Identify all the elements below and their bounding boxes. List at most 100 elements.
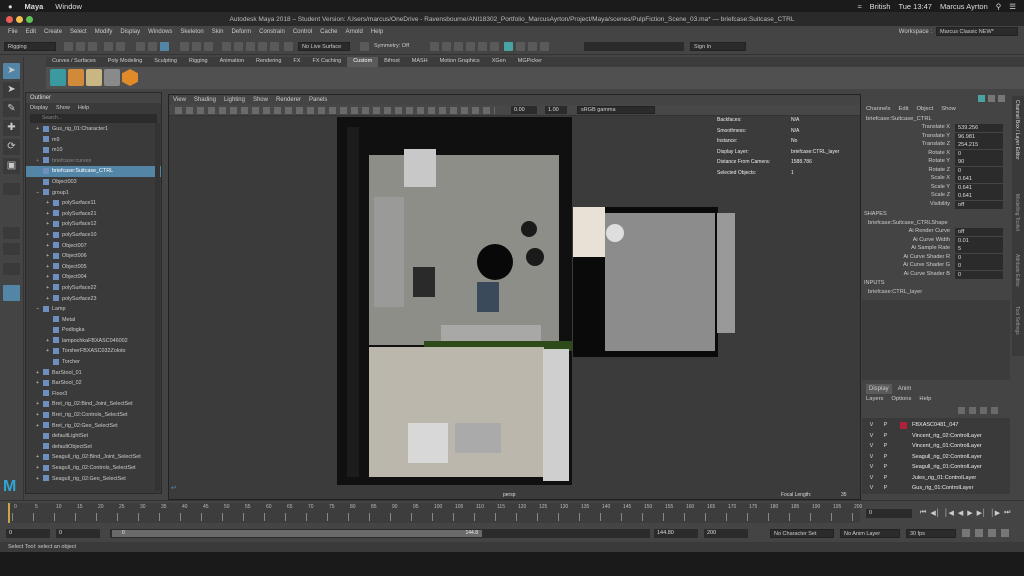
layer-color-swatch[interactable] [900, 422, 907, 429]
outliner-item[interactable]: + polySurface12 [26, 219, 161, 230]
side-tab-channel-box[interactable]: Channel Box / Layer Editor [1014, 100, 1020, 160]
channel-attribute-row[interactable]: Rotate X 0 [862, 149, 1010, 159]
outliner-item[interactable]: + Object006 [26, 251, 161, 262]
expand-toggle-icon[interactable]: + [46, 251, 53, 262]
new-scene-icon[interactable] [64, 42, 73, 51]
layer-menu-options[interactable]: Options [891, 396, 911, 402]
layer-color-swatch[interactable] [900, 453, 907, 461]
snap-surface-icon[interactable] [270, 42, 279, 51]
expand-toggle-icon[interactable]: + [46, 283, 53, 294]
attribute-value[interactable]: 539.256 [955, 124, 1003, 132]
notification-icon[interactable]: ☰ [1009, 2, 1016, 11]
command-input[interactable] [584, 42, 684, 51]
channel-attribute-row[interactable]: Ai Render Curve off [862, 228, 1010, 237]
layer-playback-toggle[interactable]: P [882, 420, 889, 431]
single-view-icon[interactable] [3, 227, 20, 239]
wifi-icon[interactable]: ≈ [857, 2, 861, 11]
select-mask-icon[interactable] [180, 42, 189, 51]
display-layer-row[interactable]: V P FBXASC0481_047 [862, 420, 1010, 431]
persp-outliner-layout-icon[interactable] [3, 285, 20, 301]
expand-toggle-icon[interactable]: + [36, 452, 43, 463]
undo-icon[interactable] [104, 42, 113, 51]
viewport-menu-show[interactable]: Show [253, 95, 268, 105]
display-layer-row[interactable]: V P Seagull_rig_01:ControlLayer [862, 462, 1010, 473]
display-layer-row[interactable]: V P Vincent_rig_01:ControlLayer [862, 441, 1010, 452]
expand-toggle-icon[interactable]: + [46, 272, 53, 283]
outliner-item[interactable]: + Object005 [26, 262, 161, 273]
audio-icon[interactable] [988, 529, 996, 537]
shelf-tab-rigging[interactable]: Rigging [183, 57, 214, 67]
snap-plane-icon[interactable] [258, 42, 267, 51]
side-tab-attribute-editor[interactable]: Attribute Editor [1014, 254, 1020, 287]
select-tool-icon[interactable]: ➤ [3, 63, 20, 79]
shelf-tab-custom[interactable]: Custom [347, 57, 379, 67]
open-scene-icon[interactable] [76, 42, 85, 51]
step-forward-key-icon[interactable]: │▶ [990, 509, 1000, 517]
shelf-picker-icon[interactable] [86, 69, 102, 86]
display-layer-row[interactable]: V P Jules_rig_01:ControlLayer [862, 473, 1010, 484]
outliner-item[interactable]: Floor3 [26, 389, 161, 400]
channel-attribute-row[interactable]: Translate X 539.256 [862, 124, 1010, 133]
render-settings-icon[interactable] [466, 42, 475, 51]
attribute-value[interactable]: 0.01 [955, 236, 1003, 245]
outliner-item[interactable]: − Lamp [26, 304, 161, 315]
time-slider[interactable]: 0 5 10 15 20 25 30 35 40 45 50 55 60 65 70 75 80 85 90 95 10… [0, 500, 1024, 526]
playback-end-field[interactable]: 144.80 [654, 529, 698, 538]
layer-color-swatch[interactable] [900, 474, 907, 482]
outliner-layout-icon[interactable] [3, 263, 20, 275]
menu-control[interactable]: Control [293, 29, 312, 35]
play-back-icon[interactable]: ◀ [958, 509, 963, 517]
exposure-field[interactable]: 0.00 [511, 106, 537, 114]
redo-icon[interactable] [116, 42, 125, 51]
snap-grid-icon[interactable] [222, 42, 231, 51]
channel-attribute-row[interactable]: Scale Y 0.641 [862, 183, 1010, 193]
channel-attribute-row[interactable]: Translate Z 254.215 [862, 141, 1010, 150]
shelf-hexagon-icon[interactable] [122, 69, 138, 86]
outliner-item[interactable]: m9 [26, 135, 161, 146]
snap-point-icon[interactable] [246, 42, 255, 51]
color-space-dropdown[interactable]: sRGB gamma [577, 106, 655, 114]
menu-arnold[interactable]: Arnold [346, 29, 363, 35]
attribute-value[interactable]: 96.981 [955, 132, 1003, 141]
channel-attribute-row[interactable]: Rotate Z 0 [862, 166, 1010, 176]
outliner-item[interactable]: + TorsherFBXASC032Zoloto [26, 346, 161, 357]
layer-move-up-icon[interactable] [958, 407, 965, 414]
expand-toggle-icon[interactable]: − [36, 188, 43, 199]
viewport-menu-view[interactable]: View [173, 95, 186, 105]
shelf-tab-rendering[interactable]: Rendering [250, 57, 287, 67]
layer-color-swatch[interactable] [900, 443, 907, 450]
side-tab-modelling-toolkit[interactable]: Modelling Toolkit [1014, 194, 1020, 231]
shelf-character-icon[interactable] [68, 69, 84, 86]
menu-set-dropdown[interactable]: Rigging [4, 42, 56, 51]
select-hierarchy-icon[interactable] [136, 42, 145, 51]
expand-toggle-icon[interactable]: + [36, 421, 43, 432]
layer-visibility-toggle[interactable]: V [868, 452, 875, 463]
step-forward-frame-icon[interactable]: ▶│ [977, 509, 987, 517]
cb-menu-object[interactable]: Object [917, 106, 934, 112]
display-layer-row[interactable]: V P Vincent_rig_02:ControlLayer [862, 431, 1010, 442]
expand-toggle-icon[interactable]: + [36, 463, 43, 474]
save-scene-icon[interactable] [88, 42, 97, 51]
layer-visibility-toggle[interactable]: V [868, 420, 875, 431]
display-layer-row[interactable]: V P Gus_rig_01:ControlLayer [862, 483, 1010, 494]
workspace-dropdown[interactable]: Marcus Classic NEW* [936, 27, 1018, 36]
menu-deform[interactable]: Deform [231, 29, 251, 35]
new-layer-selected-icon[interactable] [991, 407, 998, 414]
go-to-start-icon[interactable]: ⏮ [920, 509, 926, 517]
app-name[interactable]: Maya [25, 2, 44, 11]
outliner-item[interactable]: + Object004 [26, 272, 161, 283]
select-object-icon[interactable] [148, 42, 157, 51]
menu-skin[interactable]: Skin [212, 29, 224, 35]
channel-attribute-row[interactable]: Visibility off [862, 200, 1010, 210]
outliner-item[interactable]: briefcase:Suitcase_CTRL [26, 166, 161, 177]
shelf-script-icon[interactable] [50, 69, 66, 86]
layer-tab-anim[interactable]: Anim [898, 384, 912, 394]
current-frame-field[interactable]: 0 [866, 509, 912, 518]
expand-toggle-icon[interactable]: + [36, 368, 43, 379]
sign-in-button[interactable]: Sign In [690, 42, 746, 51]
shelf-tab-poly-modeling[interactable]: Poly Modeling [102, 57, 149, 67]
shelf-tool-icon[interactable] [104, 69, 120, 86]
shelf-tab-curves-surfaces[interactable]: Curves / Surfaces [46, 57, 102, 67]
anim-layer-dropdown[interactable]: No Anim Layer [840, 529, 900, 538]
layer-visibility-toggle[interactable]: V [868, 473, 875, 484]
